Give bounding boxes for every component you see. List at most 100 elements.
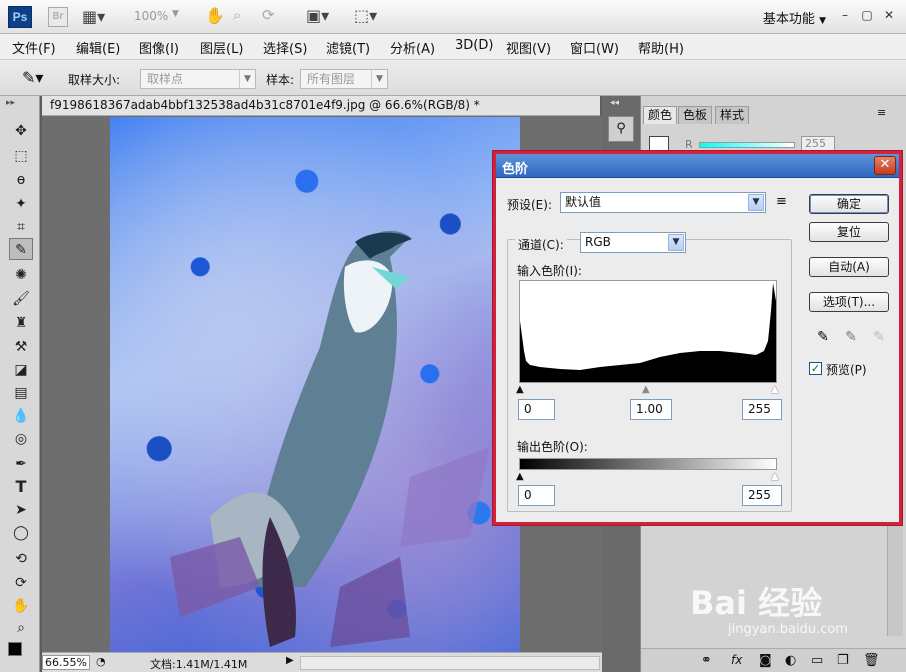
output-black-slider[interactable]: ▲ — [516, 472, 524, 482]
document-tab[interactable]: f9198618367adab4bbf132538ad4b31c8701e4f9… — [42, 96, 600, 116]
preset-label: 预设(E): — [507, 198, 552, 212]
channel-select[interactable]: RGB ▼ — [580, 232, 686, 253]
crop-tool-icon[interactable]: ⌗ — [9, 216, 33, 238]
white-point-eyedropper-icon[interactable]: ✎ — [869, 327, 889, 347]
tab-color[interactable]: 颜色 — [643, 106, 678, 124]
black-point-eyedropper-icon[interactable]: ✎ — [813, 327, 833, 347]
shape-tool-icon[interactable]: ◯ — [9, 522, 33, 544]
gradient-tool-icon[interactable]: ▤ — [9, 382, 33, 404]
output-white-field[interactable]: 255 — [742, 485, 782, 506]
blur-tool-icon[interactable]: 💧 — [9, 405, 33, 427]
brush-tool-icon[interactable]: 🖌 — [9, 288, 33, 310]
adjustment-layer-icon[interactable]: ◐ — [785, 653, 796, 668]
channel-value: RGB — [585, 235, 611, 249]
dialog-title-bar[interactable]: 色阶 ✕ — [496, 154, 899, 178]
bridge-launch-button[interactable]: Br — [48, 7, 68, 27]
document-info-icon[interactable]: ◔ — [96, 655, 106, 668]
menu-image[interactable]: 图像(I) — [139, 38, 179, 57]
options-button[interactable]: 选项(T)... — [809, 292, 889, 312]
input-black-field[interactable]: 0 — [518, 399, 555, 420]
output-black-field[interactable]: 0 — [518, 485, 555, 506]
sample-select[interactable]: 所有图层 ▼ — [300, 69, 388, 89]
3d-rotate-tool-icon[interactable]: ⟲ — [9, 548, 33, 570]
collapse-icon[interactable]: ▸▸ — [6, 98, 15, 108]
preview-checkbox[interactable]: ✓ — [809, 362, 822, 375]
preset-value: 默认值 — [565, 195, 602, 209]
input-black-slider[interactable]: ▲ — [516, 385, 524, 395]
move-tool-icon[interactable]: ✥ — [9, 120, 33, 142]
tool-presets-icon[interactable]: ⚲ — [608, 116, 634, 142]
r-value-input[interactable]: 255 — [801, 136, 835, 152]
menu-3d[interactable]: 3D(D) — [455, 38, 493, 53]
preset-options-icon[interactable]: ≡ — [776, 194, 787, 209]
new-group-icon[interactable]: ▭ — [811, 653, 823, 668]
output-levels-label: 输出色阶(O): — [517, 440, 588, 454]
screen-mode-icon[interactable]: ▦▾ — [82, 7, 105, 26]
marquee-tool-icon[interactable]: ⬚ — [9, 145, 33, 167]
pen-tool-icon[interactable]: ✒ — [9, 453, 33, 475]
new-layer-icon[interactable]: ❐ — [837, 653, 849, 668]
layer-mask-icon[interactable]: ◙ — [759, 653, 772, 668]
path-select-tool-icon[interactable]: ➤ — [9, 499, 33, 521]
tab-styles[interactable]: 样式 — [715, 106, 750, 124]
minimize-button[interactable]: – — [836, 8, 854, 24]
r-channel-slider[interactable] — [699, 142, 795, 148]
zoom-field[interactable]: 66.55% — [42, 655, 90, 670]
foreground-color-swatch[interactable] — [8, 642, 22, 656]
input-white-slider[interactable]: ▲ — [771, 385, 779, 395]
healing-brush-tool-icon[interactable]: ✺ — [9, 264, 33, 286]
link-layers-icon[interactable]: ⚭ — [701, 653, 712, 668]
input-white-field[interactable]: 255 — [742, 399, 782, 420]
hand-tool-icon[interactable]: ✋ — [9, 595, 33, 617]
menu-edit[interactable]: 编辑(E) — [76, 38, 120, 57]
history-brush-tool-icon[interactable]: ⚒ — [9, 336, 33, 358]
sample-size-select[interactable]: 取样点 ▼ — [140, 69, 256, 89]
menu-help[interactable]: 帮助(H) — [638, 38, 684, 57]
rotate-view-icon[interactable]: ⟳ — [262, 6, 275, 24]
close-window-button[interactable]: ✕ — [880, 8, 898, 24]
menu-filter[interactable]: 滤镜(T) — [326, 38, 370, 57]
screen-mode-switch-icon[interactable]: ⬚▾ — [354, 6, 377, 25]
ok-button[interactable]: 确定 — [809, 194, 889, 214]
arrange-documents-icon[interactable]: ▣▾ — [306, 6, 329, 25]
gray-point-eyedropper-icon[interactable]: ✎ — [841, 327, 861, 347]
menu-window[interactable]: 窗口(W) — [570, 38, 619, 57]
reset-button[interactable]: 复位 — [809, 222, 889, 242]
menu-layer[interactable]: 图层(L) — [200, 38, 243, 57]
zoom-icon[interactable]: ⌕ — [233, 6, 241, 24]
layers-panel-footer: ⚭ fx ◙ ◐ ▭ ❐ 🗑 — [641, 648, 906, 672]
lasso-tool-icon[interactable]: ɵ — [9, 169, 33, 191]
output-white-slider[interactable]: ▲ — [771, 472, 779, 482]
horizontal-scrollbar[interactable] — [300, 656, 600, 670]
trash-icon[interactable]: 🗑 — [863, 653, 880, 668]
clone-stamp-tool-icon[interactable]: ♜ — [9, 312, 33, 334]
zoom-level-select[interactable]: 100% — [134, 9, 168, 23]
tab-swatches[interactable]: 色板 — [678, 106, 713, 124]
status-menu-arrow[interactable]: ▶ — [286, 655, 294, 666]
input-gamma-slider[interactable]: ▲ — [642, 385, 650, 395]
menu-analysis[interactable]: 分析(A) — [390, 38, 435, 57]
workspace-switcher[interactable]: 基本功能 ▼ — [763, 8, 826, 27]
document-image[interactable] — [110, 117, 520, 652]
collapse-icon[interactable]: ◂◂ — [610, 98, 619, 108]
quick-select-tool-icon[interactable]: ✦ — [9, 193, 33, 215]
3d-orbit-tool-icon[interactable]: ⟳ — [9, 572, 33, 594]
menu-view[interactable]: 视图(V) — [506, 38, 551, 57]
maximize-button[interactable]: ▢ — [858, 8, 876, 24]
layer-style-icon[interactable]: fx — [731, 653, 742, 667]
menu-file[interactable]: 文件(F) — [12, 38, 56, 57]
preset-select[interactable]: 默认值 ▼ — [560, 192, 766, 213]
zoom-tool-icon[interactable]: ⌕ — [9, 617, 33, 639]
hand-icon[interactable]: ✋ — [205, 6, 225, 25]
input-gamma-field[interactable]: 1.00 — [630, 399, 672, 420]
eyedropper-tool-icon[interactable]: ✎ — [9, 238, 33, 260]
eraser-tool-icon[interactable]: ◪ — [9, 359, 33, 381]
panel-menu-icon[interactable]: ≡ — [877, 106, 886, 119]
type-tool-icon[interactable]: T — [9, 476, 33, 498]
dodge-tool-icon[interactable]: ◎ — [9, 428, 33, 450]
auto-button[interactable]: 自动(A) — [809, 257, 889, 277]
eyedropper-tool-preset-icon[interactable]: ✎▾ — [22, 68, 43, 87]
dialog-close-button[interactable]: ✕ — [874, 156, 896, 175]
menu-select[interactable]: 选择(S) — [263, 38, 307, 57]
document-info: 文档:1.41M/1.41M — [150, 658, 248, 671]
